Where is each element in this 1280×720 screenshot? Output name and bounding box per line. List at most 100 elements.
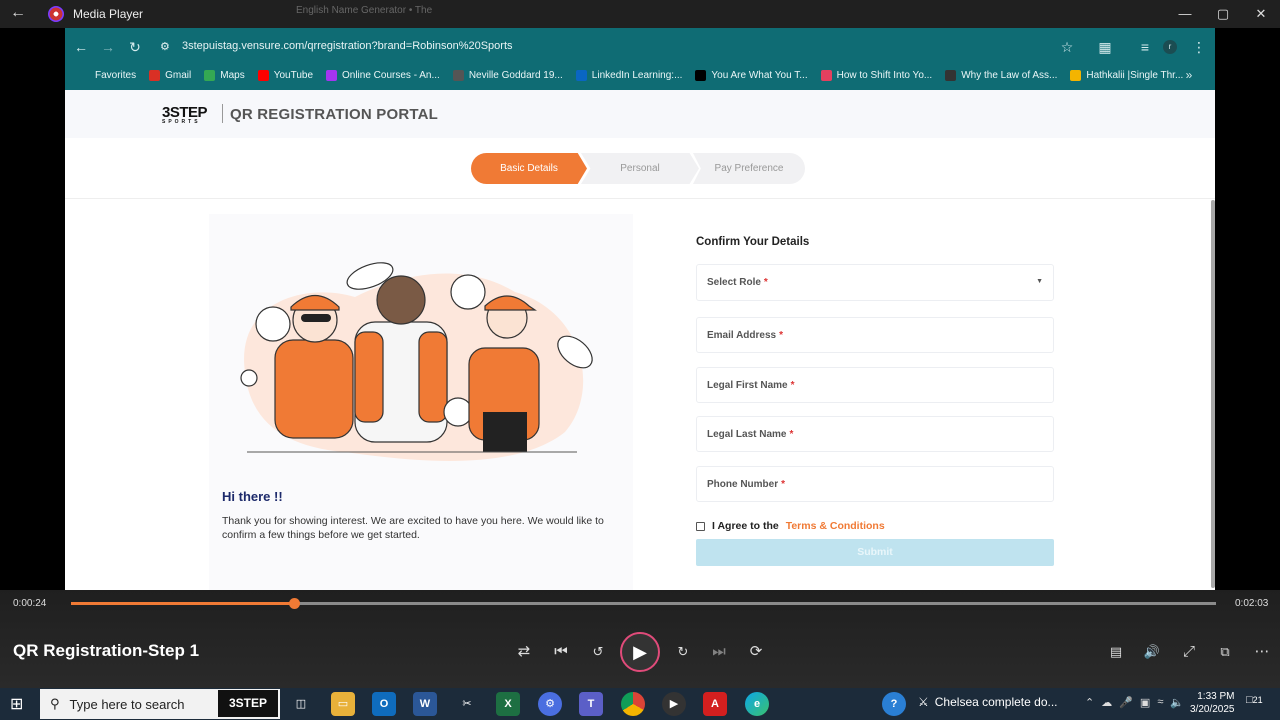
excel-icon[interactable]: X xyxy=(496,692,520,716)
news-widget[interactable]: ⚔ Chelsea complete do... xyxy=(918,695,1058,709)
reading-list-icon[interactable]: ≡ xyxy=(1136,38,1154,56)
maps-icon xyxy=(204,69,216,81)
volume-icon[interactable]: 🔊 xyxy=(1140,641,1164,663)
close-icon[interactable]: ✕ xyxy=(1242,0,1280,28)
site-info-icon[interactable]: ⚙ xyxy=(160,40,170,53)
search-icon: ⚲ xyxy=(50,696,60,711)
chevron-down-icon: ▼ xyxy=(1036,278,1043,285)
reload-icon[interactable]: ↻ xyxy=(126,38,144,56)
web-page: 3STEP SPORTS QR REGISTRATION PORTAL Basi… xyxy=(65,90,1215,590)
phone-number-field[interactable]: Phone Number * xyxy=(696,466,1054,502)
chevron-up-icon[interactable]: ⌃ xyxy=(1085,696,1094,709)
bookmark-item[interactable]: YouTube xyxy=(257,69,313,81)
windows-start-icon[interactable]: ⊞ xyxy=(10,694,30,714)
microphone-icon[interactable]: 🎤 xyxy=(1119,696,1133,709)
bookmark-label: Favorites xyxy=(95,69,137,81)
bookmark-label: LinkedIn Learning:... xyxy=(591,69,683,81)
previous-icon[interactable]: ⏮ xyxy=(549,641,573,663)
terms-link[interactable]: Terms & Conditions xyxy=(786,520,885,532)
minimize-icon[interactable]: — xyxy=(1166,0,1204,28)
browser-back-icon[interactable]: ← xyxy=(72,38,90,56)
clock-time: 1:33 PM xyxy=(1197,691,1235,702)
maximize-icon[interactable]: ▢ xyxy=(1204,0,1242,28)
select-role-dropdown[interactable]: Select Role * ▼ xyxy=(696,264,1054,301)
next-icon[interactable]: ⏭ xyxy=(707,641,731,663)
menu-dots-icon[interactable]: ⋮ xyxy=(1190,38,1208,56)
bookmark-item[interactable]: Maps xyxy=(204,69,245,81)
file-explorer-icon[interactable]: ▭ xyxy=(331,692,355,716)
acrobat-icon[interactable]: A xyxy=(703,692,727,716)
news-icon: ⚔ xyxy=(918,695,929,709)
agree-checkbox[interactable] xyxy=(696,521,705,531)
bookmark-label: YouTube xyxy=(273,69,313,81)
brand-logo: 3STEP SPORTS xyxy=(162,104,208,125)
bookmark-item[interactable]: Gmail xyxy=(149,69,191,81)
taskbar-clock[interactable]: 1:33 PM 3/20/2025 xyxy=(1190,690,1235,716)
news-text: Chelsea complete do... xyxy=(934,695,1058,709)
globe-icon xyxy=(452,69,464,81)
bookmark-item[interactable]: You Are What You T... xyxy=(695,69,808,81)
field-label: Email Address xyxy=(707,329,777,341)
rewind-10-icon[interactable]: ↺ xyxy=(586,641,610,663)
submit-button[interactable]: Submit xyxy=(696,539,1054,566)
folder-icon xyxy=(79,69,90,81)
onedrive-icon[interactable]: ☁ xyxy=(1101,696,1112,709)
shuffle-icon[interactable]: ⇄ xyxy=(512,641,536,663)
bookmark-label: You Are What You T... xyxy=(711,69,808,81)
extensions-icon[interactable]: ▦ xyxy=(1096,38,1114,56)
step-pay-preference[interactable]: Pay Preference xyxy=(693,153,805,184)
last-name-field[interactable]: Legal Last Name * xyxy=(696,416,1054,452)
clock-date: 3/20/2025 xyxy=(1190,704,1235,715)
step-personal[interactable]: Personal xyxy=(581,153,699,184)
bookmark-label: Hathkalii |Single Thr... xyxy=(1086,69,1184,81)
required-mark: * xyxy=(763,277,768,288)
more-bookmarks-icon[interactable]: » xyxy=(1180,66,1198,84)
taskbar-brand-logo[interactable]: 3STEP xyxy=(218,690,278,717)
url-text[interactable]: 3stepuistag.vensure.com/qrregistration?b… xyxy=(182,40,513,52)
bookmark-item[interactable]: How to Shift Into Yo... xyxy=(820,69,933,81)
gmail-icon xyxy=(149,69,161,81)
bookmark-item[interactable]: Hathkalii |Single Thr... xyxy=(1070,69,1184,81)
bookmark-item[interactable]: Why the Law of Ass... xyxy=(945,69,1057,81)
bookmark-item[interactable]: Favorites xyxy=(79,69,137,81)
wifi-icon[interactable]: ≈ xyxy=(1157,696,1163,709)
word-icon[interactable]: W xyxy=(413,692,437,716)
bookmark-label: How to Shift Into Yo... xyxy=(836,69,933,81)
video-title: QR Registration-Step 1 xyxy=(13,641,200,660)
greeting-title: Hi there !! xyxy=(222,489,283,504)
subtitles-icon[interactable]: ▤ xyxy=(1104,641,1128,663)
camera-icon[interactable]: ▣ xyxy=(1140,696,1150,709)
repeat-off-icon[interactable]: ⟳ xyxy=(744,641,768,663)
star-icon[interactable]: ☆ xyxy=(1058,38,1076,56)
first-name-field[interactable]: Legal First Name * xyxy=(696,367,1054,403)
page-scrollbar[interactable] xyxy=(1211,200,1215,588)
bookmark-item[interactable]: Neville Goddard 19... xyxy=(452,69,563,81)
miniplayer-icon[interactable]: ⧉ xyxy=(1213,641,1237,663)
notifications-icon[interactable]: □21 xyxy=(1246,694,1263,706)
settings-app-icon[interactable]: ⚙ xyxy=(538,692,562,716)
teams-icon[interactable]: T xyxy=(579,692,603,716)
forward-30-icon[interactable]: ↻ xyxy=(671,641,695,663)
browser-forward-icon[interactable]: → xyxy=(99,38,117,56)
fullscreen-icon[interactable]: ⤢ xyxy=(1177,641,1201,663)
bookmark-item[interactable]: Online Courses - An... xyxy=(326,69,440,81)
stepper: Basic Details Personal Pay Preference xyxy=(471,153,805,184)
outlook-icon[interactable]: O xyxy=(372,692,396,716)
chrome-icon[interactable] xyxy=(621,692,645,716)
back-arrow-icon[interactable]: ← xyxy=(10,4,32,24)
field-label: Select Role xyxy=(707,277,761,288)
edge-icon[interactable]: e xyxy=(745,692,769,716)
help-icon[interactable]: ? xyxy=(882,692,906,716)
email-field[interactable]: Email Address * xyxy=(696,317,1054,353)
search-placeholder: Type here to search xyxy=(69,696,185,712)
speaker-icon[interactable]: 🔈 xyxy=(1170,696,1184,709)
media-player-titlebar xyxy=(0,0,1280,28)
media-player-icon[interactable]: ▶ xyxy=(662,692,686,716)
task-view-icon[interactable]: ◫ xyxy=(289,692,313,716)
step-basic-details[interactable]: Basic Details xyxy=(471,153,587,184)
profile-avatar[interactable]: r xyxy=(1163,40,1177,54)
play-button[interactable]: ▶ xyxy=(620,632,660,672)
bookmark-item[interactable]: LinkedIn Learning:... xyxy=(575,69,683,81)
more-options-icon[interactable]: ⋯ xyxy=(1250,641,1274,663)
snipping-tool-icon[interactable]: ✂ xyxy=(455,692,479,716)
